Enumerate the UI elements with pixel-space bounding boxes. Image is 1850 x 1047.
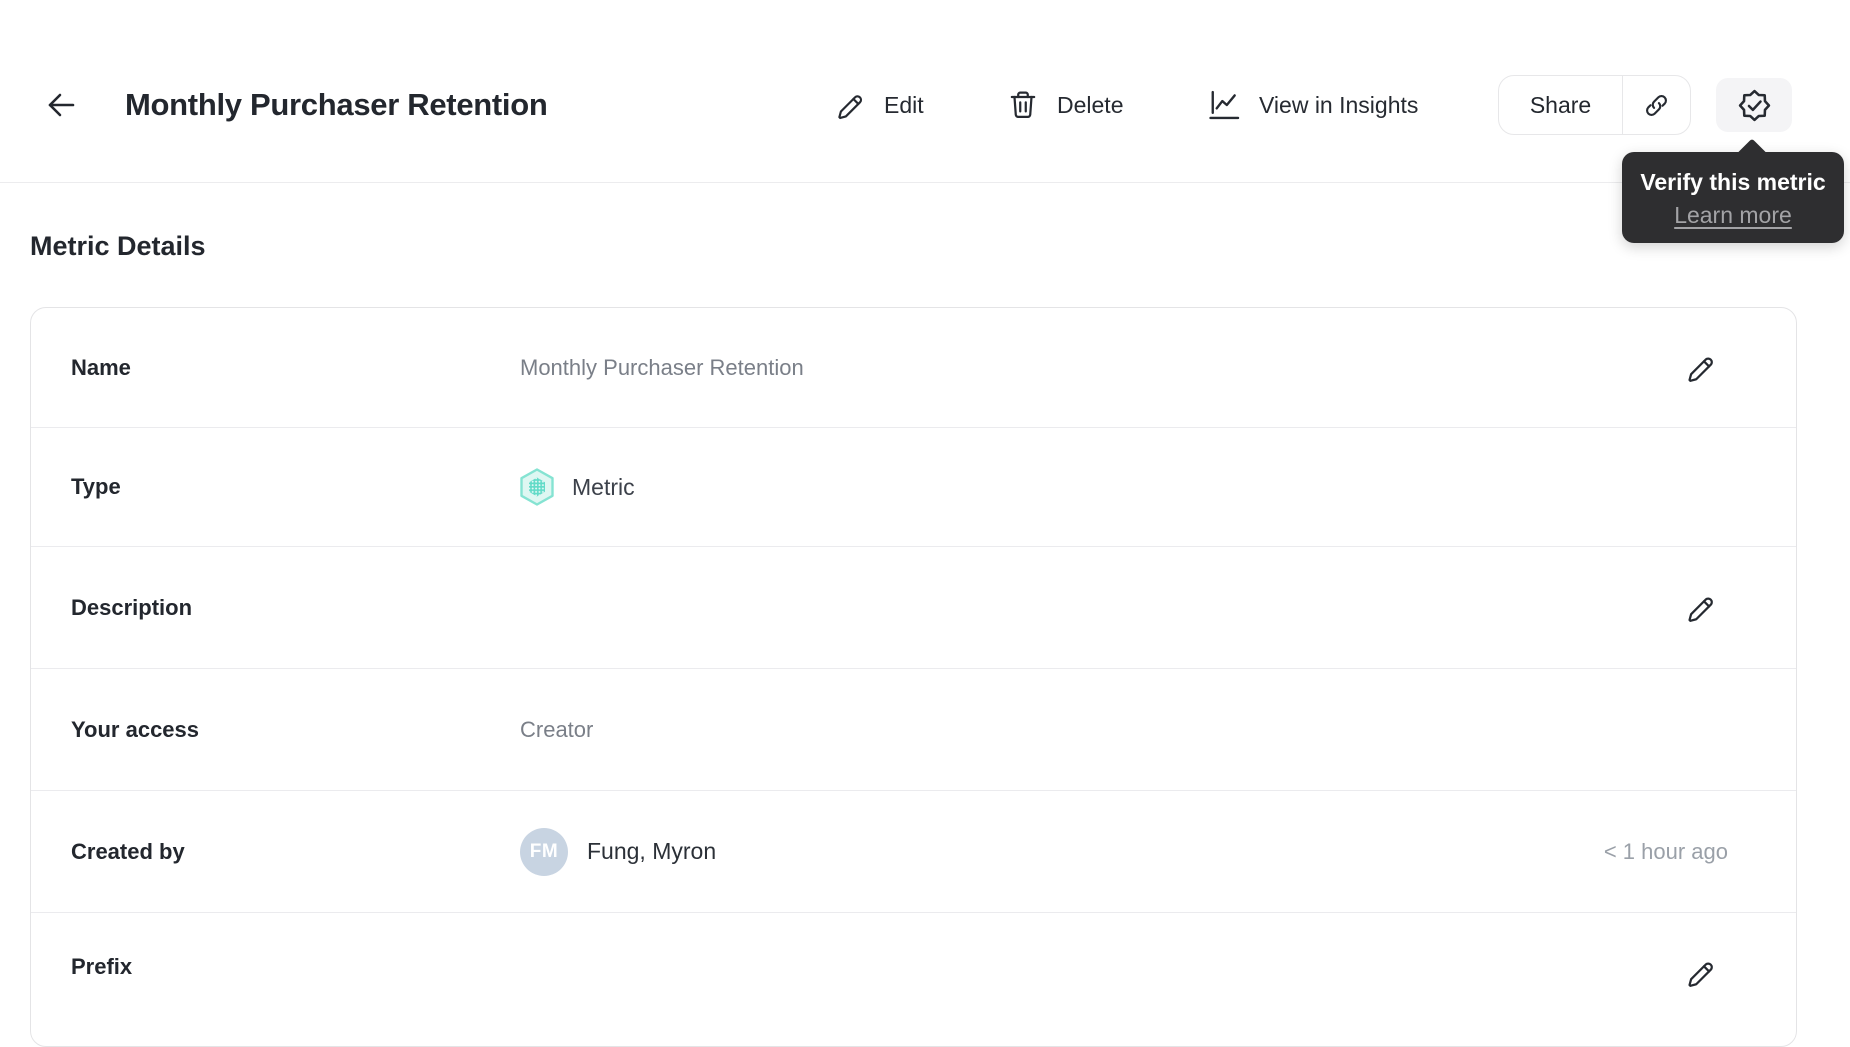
tooltip-title: Verify this metric [1640, 169, 1826, 195]
view-in-insights-label: View in Insights [1259, 91, 1419, 118]
tooltip-arrow [1736, 138, 1768, 170]
row-name-value: Monthly Purchaser Retention [520, 354, 804, 380]
edit-prefix-button[interactable] [1684, 956, 1718, 990]
row-created-by: Created by FM Fung, Myron < 1 hour ago [31, 790, 1796, 912]
row-your-access-value: Creator [520, 716, 594, 742]
back-button[interactable] [42, 86, 80, 124]
row-your-access-label: Your access [71, 716, 200, 742]
link-icon [1641, 90, 1672, 121]
row-type: Type Metric [31, 427, 1796, 546]
metric-hexagon-icon [518, 467, 556, 507]
edit-button[interactable]: Edit [834, 86, 924, 124]
view-in-insights-button[interactable]: View in Insights [1206, 86, 1418, 124]
section-heading: Metric Details [30, 231, 206, 261]
copy-link-button[interactable] [1623, 76, 1690, 134]
row-created-by-label: Created by [71, 838, 185, 864]
learn-more-link[interactable]: Learn more [1674, 200, 1792, 230]
delete-label: Delete [1057, 91, 1124, 118]
metric-details-card: Name Monthly Purchaser Retention Type Me… [30, 307, 1797, 1047]
verify-badge-icon [1736, 87, 1773, 124]
insights-chart-icon [1206, 87, 1242, 123]
row-description: Description [31, 546, 1796, 668]
edit-label: Edit [884, 91, 924, 118]
row-description-label: Description [71, 594, 193, 620]
row-created-by-value: Fung, Myron [587, 838, 717, 864]
header-divider [0, 182, 1850, 183]
verify-metric-button[interactable] [1716, 78, 1792, 132]
created-timestamp: < 1 hour ago [1603, 838, 1728, 864]
trash-icon [1006, 88, 1040, 122]
page-title: Monthly Purchaser Retention [125, 87, 548, 122]
share-button[interactable]: Share [1499, 76, 1622, 134]
delete-button[interactable]: Delete [1006, 86, 1123, 124]
row-type-value: Metric [572, 473, 635, 500]
row-name: Name Monthly Purchaser Retention [31, 308, 1796, 427]
row-type-label: Type [71, 474, 121, 499]
back-arrow-icon [43, 87, 79, 123]
verify-metric-tooltip: Verify this metric Learn more [1622, 138, 1844, 243]
pencil-icon [834, 89, 867, 122]
edit-name-button[interactable] [1684, 351, 1718, 385]
share-button-group: Share [1498, 75, 1691, 135]
row-your-access: Your access Creator [31, 668, 1796, 790]
row-name-label: Name [71, 354, 131, 380]
row-prefix-label: Prefix [71, 954, 133, 979]
row-prefix: Prefix [31, 912, 1796, 1046]
edit-description-button[interactable] [1684, 591, 1718, 625]
avatar: FM [520, 827, 568, 876]
